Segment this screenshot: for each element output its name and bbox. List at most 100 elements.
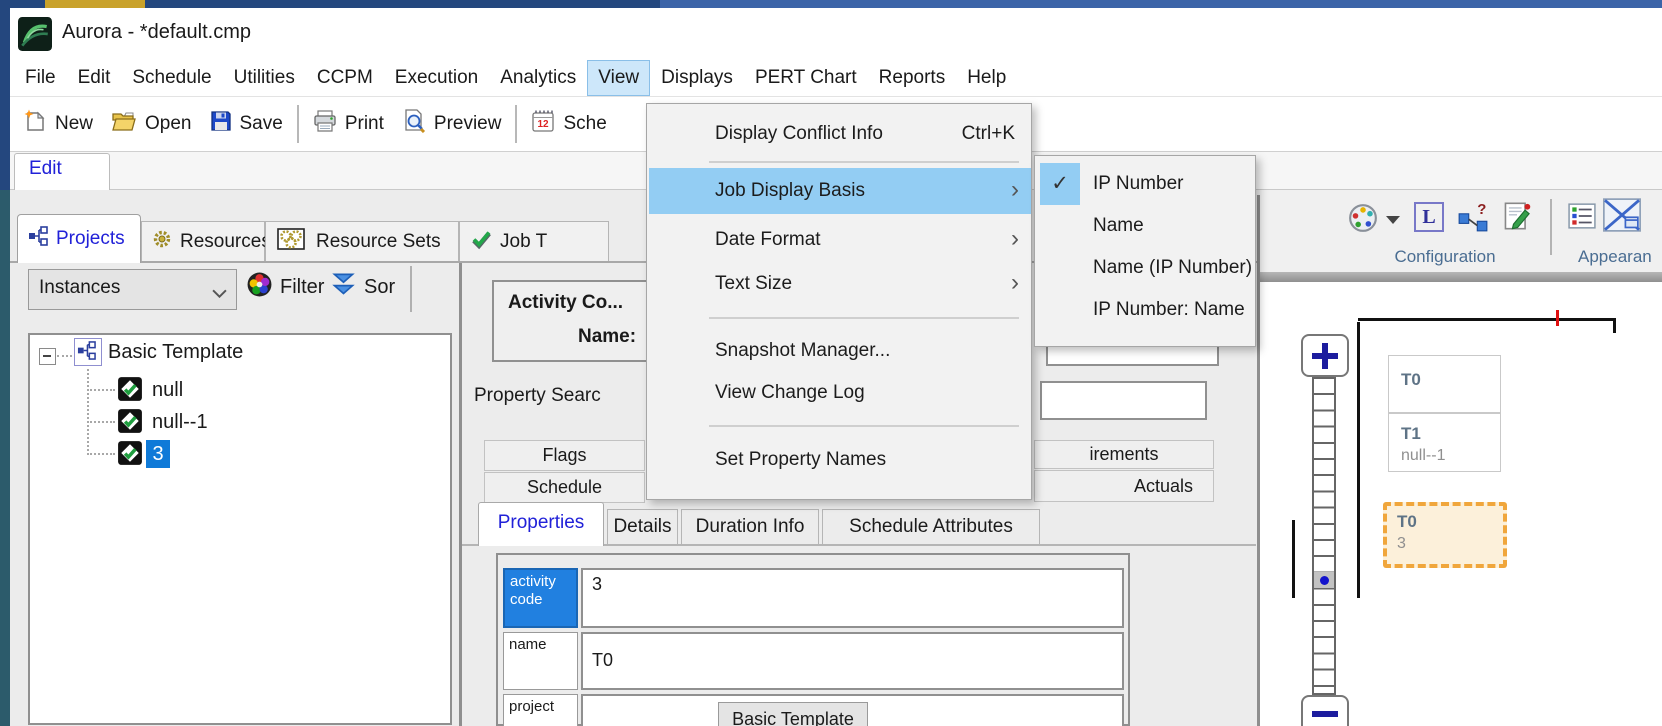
preview-button[interactable]: Preview [393, 105, 511, 143]
grid-value-activity-code[interactable]: 3 [581, 568, 1124, 628]
submenu-item-ip-number-name[interactable]: IP Number: Name [1035, 289, 1255, 331]
menu-item-snapshot-manager[interactable]: Snapshot Manager... [647, 330, 1031, 372]
tab-resource-sets[interactable]: Resource Sets [265, 221, 459, 262]
top-edge-strip-right [660, 0, 1662, 8]
menu-ccpm[interactable]: CCPM [306, 60, 384, 96]
tab-projects-label: Projects [56, 228, 125, 250]
section-flags[interactable]: Flags [484, 440, 645, 471]
submenu-item-name-ip-number[interactable]: Name (IP Number) [1035, 247, 1255, 289]
configuration-palette-icon[interactable] [1348, 203, 1378, 238]
menu-item-set-property-names[interactable]: Set Property Names [647, 438, 1031, 482]
project-tree-panel: Basic Template null null--1 3 [28, 333, 452, 725]
node-subtitle: null--1 [1401, 447, 1445, 465]
tab-details-label: Details [613, 516, 671, 537]
section-requirements[interactable]: irements [1034, 440, 1214, 469]
tab-properties[interactable]: Properties [478, 502, 604, 546]
top-edge-strip-gold [45, 0, 145, 8]
palette-dropdown-arrow-icon[interactable] [1386, 216, 1400, 224]
short-vline [1292, 520, 1295, 598]
legend-icon[interactable] [1568, 202, 1596, 235]
menu-analytics[interactable]: Analytics [489, 60, 587, 96]
tab-details[interactable]: Details [607, 509, 678, 544]
tab-resources[interactable]: Resources [141, 221, 265, 262]
menu-view[interactable]: View [587, 60, 650, 96]
open-folder-icon [111, 110, 137, 138]
menu-execution[interactable]: Execution [384, 60, 489, 96]
print-button[interactable]: Print [304, 106, 393, 142]
tab-edit[interactable]: Edit [14, 153, 110, 190]
tree-root-label[interactable]: Basic Template [108, 341, 243, 364]
menu-item-text-size[interactable]: Text Size › [647, 262, 1031, 306]
schedule-button[interactable]: 12 Sche [522, 105, 615, 143]
menu-reports[interactable]: Reports [868, 60, 957, 96]
link-question-icon[interactable]: ? [1456, 201, 1490, 238]
preview-icon [402, 109, 426, 139]
menu-shortcut: Ctrl+K [962, 114, 1015, 154]
grid-label-project[interactable]: project [503, 694, 578, 726]
grid-label-name[interactable]: name [503, 632, 578, 690]
menu-displays[interactable]: Displays [650, 60, 744, 96]
tree-item-3-selected[interactable]: 3 [146, 440, 170, 468]
new-button[interactable]: New [14, 105, 102, 143]
property-search-input[interactable] [1040, 381, 1207, 420]
timeline-red-marker [1556, 310, 1559, 326]
submenu-item-name[interactable]: Name [1035, 205, 1255, 247]
menu-item-view-change-log[interactable]: View Change Log [647, 372, 1031, 414]
menu-edit[interactable]: Edit [67, 60, 122, 96]
schedule-label: Sche [563, 113, 606, 135]
menu-item-job-display-basis[interactable]: Job Display Basis › [649, 168, 1031, 214]
tab-schedule-attributes[interactable]: Schedule Attributes [822, 509, 1040, 544]
instances-dropdown[interactable]: Instances [28, 269, 237, 310]
svg-text:?: ? [1477, 201, 1486, 218]
tab-properties-label: Properties [498, 512, 585, 533]
grid-label-activity-code[interactable]: activity code [503, 568, 578, 628]
tree-connector [57, 355, 72, 357]
chevron-down-icon [212, 285, 227, 303]
section-actuals[interactable]: Actuals [1034, 470, 1214, 502]
filter-button[interactable]: Filter [246, 271, 324, 304]
tree-expander[interactable] [39, 348, 56, 365]
grid-value-name[interactable]: T0 [581, 632, 1124, 690]
menu-schedule[interactable]: Schedule [121, 60, 222, 96]
save-button[interactable]: Save [201, 106, 292, 142]
pert-node-t0-selected[interactable]: T0 3 [1383, 502, 1507, 568]
open-button[interactable]: Open [102, 106, 200, 142]
tree-item-null[interactable]: null [152, 379, 183, 402]
pert-node-t0[interactable]: T0 [1388, 355, 1501, 413]
menu-help[interactable]: Help [956, 60, 1017, 96]
edit-notes-icon[interactable] [1502, 201, 1532, 236]
label-style-icon[interactable]: L [1414, 202, 1444, 232]
pert-node-t1[interactable]: T1 null--1 [1388, 413, 1501, 472]
no-preview-icon[interactable] [1602, 198, 1642, 237]
submenu-item-ip-number[interactable]: IP Number [1035, 163, 1255, 205]
new-file-icon [23, 109, 47, 139]
tab-duration-info-label: Duration Info [696, 516, 805, 537]
panel-splitter[interactable] [459, 263, 462, 726]
activity-code-value: 3 [592, 574, 602, 595]
name-value: T0 [592, 650, 613, 671]
title-bar: Aurora - *default.cmp [10, 8, 1662, 60]
tab-projects[interactable]: Projects [17, 214, 141, 263]
menu-file[interactable]: File [14, 60, 67, 96]
zoom-out-button[interactable] [1301, 695, 1349, 726]
save-floppy-icon [210, 110, 232, 138]
zoom-in-button[interactable] [1301, 334, 1349, 377]
zoom-ladder-track[interactable] [1312, 377, 1336, 695]
menu-utilities[interactable]: Utilities [223, 60, 306, 96]
project-button[interactable]: Basic Template [718, 702, 868, 726]
view-menu-dropdown: Display Conflict Info Ctrl+K Job Display… [646, 103, 1032, 500]
tab-duration-info[interactable]: Duration Info [681, 509, 819, 544]
instances-value: Instances [39, 277, 120, 299]
menu-pert-chart[interactable]: PERT Chart [744, 60, 868, 96]
menu-item-date-format[interactable]: Date Format › [647, 218, 1031, 262]
tab-job-templates[interactable]: Job T [459, 221, 609, 262]
sort-button[interactable]: Sor [330, 271, 395, 304]
tab-resource-sets-label: Resource Sets [316, 231, 441, 253]
tree-item-null-1[interactable]: null--1 [152, 411, 208, 434]
node-subtitle: 3 [1397, 535, 1406, 553]
menu-item-display-conflict-info[interactable]: Display Conflict Info Ctrl+K [647, 114, 1031, 154]
zoom-ladder-handle[interactable] [1314, 572, 1334, 588]
project-node-icon [74, 338, 102, 366]
submenu-item-label: Name (IP Number) [1093, 247, 1252, 289]
section-schedule[interactable]: Schedule [484, 472, 645, 503]
